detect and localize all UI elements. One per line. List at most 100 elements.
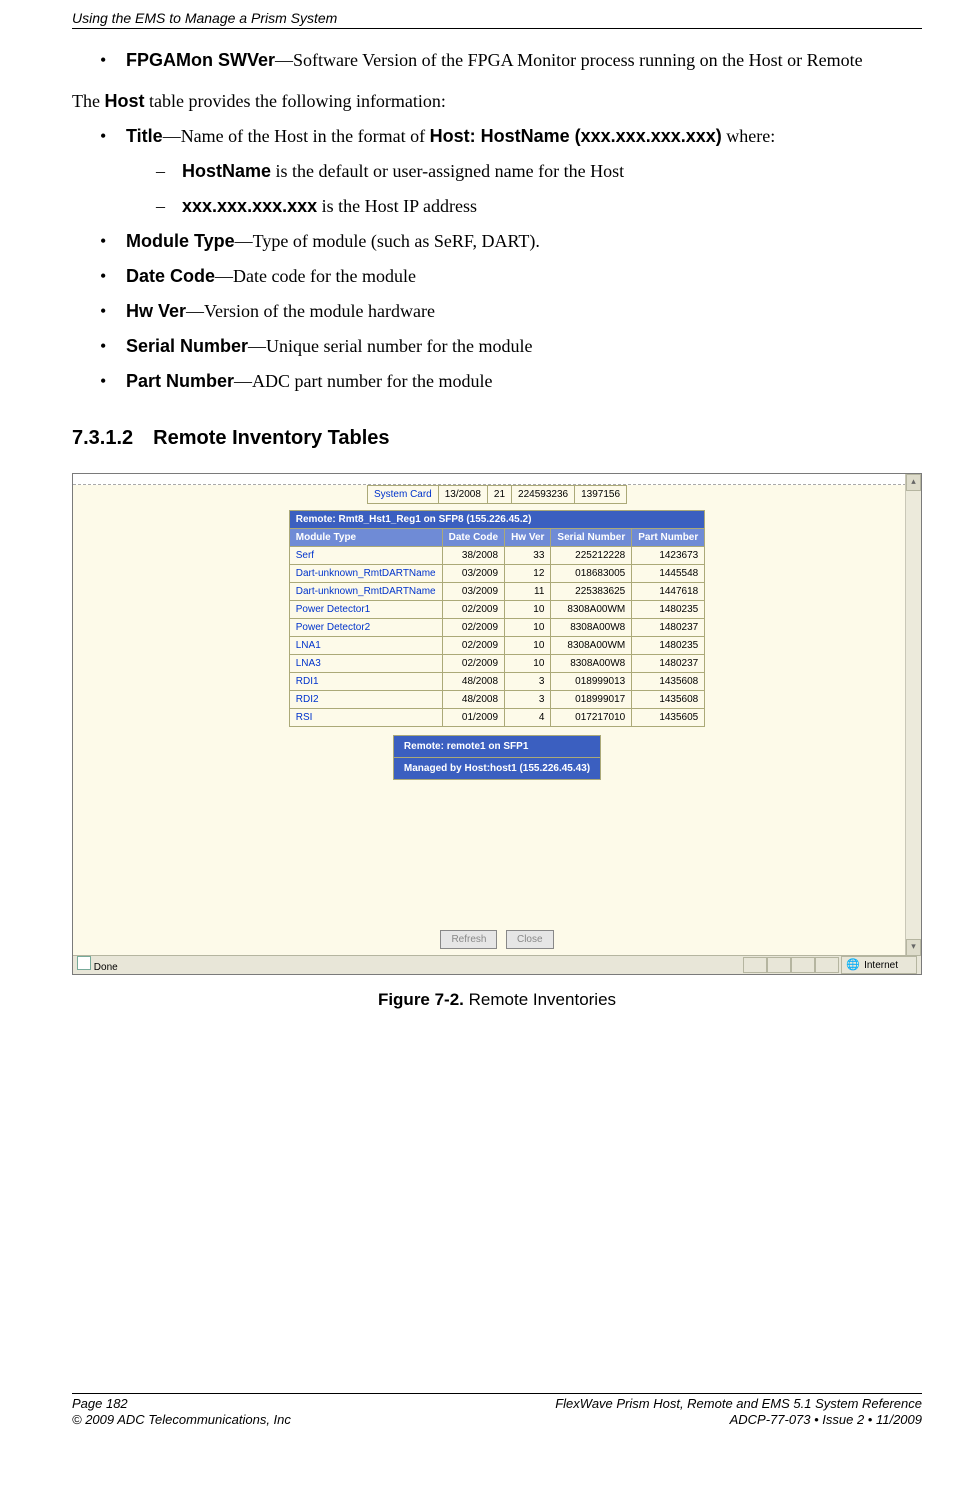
txt: —Version of the module hardware bbox=[186, 301, 435, 321]
cell[interactable]: RDI2 bbox=[289, 691, 442, 709]
scroll-down-icon[interactable]: ▾ bbox=[906, 939, 921, 956]
cell: 11 bbox=[505, 583, 551, 601]
cell[interactable]: RDI1 bbox=[289, 673, 442, 691]
cell: 018683005 bbox=[551, 565, 632, 583]
cell: 02/2009 bbox=[442, 619, 504, 637]
section-title: Remote Inventory Tables bbox=[153, 427, 389, 449]
txt: is the Host IP address bbox=[317, 196, 477, 216]
para-host-intro: The Host table provides the following in… bbox=[72, 88, 922, 115]
bullet-module-type: Module Type—Type of module (such as SeRF… bbox=[96, 228, 922, 255]
section-number: 7.3.1.2 bbox=[72, 427, 133, 449]
col-header: Module Type bbox=[289, 529, 442, 547]
col-header: Date Code bbox=[442, 529, 504, 547]
remote-inventory-table: Remote: Rmt8_Hst1_Reg1 on SFP8 (155.226.… bbox=[289, 510, 706, 727]
table-row: Dart-unknown_RmtDARTName03/2009112253836… bbox=[289, 583, 705, 601]
cell: 02/2009 bbox=[442, 655, 504, 673]
figure-title: Remote Inventories bbox=[464, 990, 616, 1009]
para-post: table provides the following information… bbox=[144, 91, 445, 111]
col-header: Hw Ver bbox=[505, 529, 551, 547]
cell: 12 bbox=[505, 565, 551, 583]
globe-icon: 🌐 bbox=[846, 957, 860, 974]
page-icon bbox=[77, 956, 91, 970]
cell[interactable]: RSI bbox=[289, 709, 442, 727]
status-done-label: Done bbox=[94, 962, 118, 973]
running-header: Using the EMS to Manage a Prism System bbox=[72, 10, 922, 29]
tail: where: bbox=[722, 126, 775, 146]
lbl: xxx.xxx.xxx.xxx bbox=[182, 196, 317, 216]
cell: 03/2009 bbox=[442, 583, 504, 601]
cell[interactable]: Serf bbox=[289, 547, 442, 565]
cell[interactable]: Power Detector1 bbox=[289, 601, 442, 619]
txt: —Unique serial number for the module bbox=[248, 336, 532, 356]
txt: is the default or user-assigned name for… bbox=[271, 161, 624, 181]
table-title: Remote: Rmt8_Hst1_Reg1 on SFP8 (155.226.… bbox=[289, 511, 705, 529]
cell[interactable]: Power Detector2 bbox=[289, 619, 442, 637]
status-cells bbox=[743, 957, 839, 973]
cell: 02/2009 bbox=[442, 601, 504, 619]
cell: 8308A00W8 bbox=[551, 619, 632, 637]
cell: 017217010 bbox=[551, 709, 632, 727]
close-button[interactable]: Close bbox=[506, 930, 554, 949]
footer-copyright: © 2009 ADC Telecommunications, Inc bbox=[72, 1412, 291, 1429]
cell: 38/2008 bbox=[442, 547, 504, 565]
cell: 10 bbox=[505, 619, 551, 637]
status-bar: Done 🌐Internet bbox=[73, 955, 921, 974]
cell[interactable]: System Card bbox=[367, 486, 438, 504]
cell[interactable]: Dart-unknown_RmtDARTName bbox=[289, 565, 442, 583]
cell: 8308A00WM bbox=[551, 637, 632, 655]
cell: 225383625 bbox=[551, 583, 632, 601]
cell: 10 bbox=[505, 637, 551, 655]
figure-caption: Figure 7-2. Remote Inventories bbox=[72, 987, 922, 1013]
cell[interactable]: LNA1 bbox=[289, 637, 442, 655]
sub-ip: xxx.xxx.xxx.xxx is the Host IP address bbox=[152, 193, 922, 220]
bullet-part: Part Number—ADC part number for the modu… bbox=[96, 368, 922, 395]
cell: 1480237 bbox=[632, 655, 705, 673]
cell: 1435608 bbox=[632, 673, 705, 691]
table-row: Power Detector202/2009108308A00W81480237 bbox=[289, 619, 705, 637]
cell: 21 bbox=[487, 486, 511, 504]
scroll-up-icon[interactable]: ▴ bbox=[906, 474, 921, 491]
lbl2: Host: HostName (xxx.xxx.xxx.xxx) bbox=[430, 126, 722, 146]
table-header-row: Module Type Date Code Hw Ver Serial Numb… bbox=[289, 529, 705, 547]
txt: —Type of module (such as SeRF, DART). bbox=[235, 231, 540, 251]
lbl: HostName bbox=[182, 161, 271, 181]
cell: 01/2009 bbox=[442, 709, 504, 727]
button-row: Refresh Close bbox=[73, 923, 921, 950]
bullet-title: Title—Name of the Host in the format of … bbox=[96, 123, 922, 220]
fragment-table: System Card 13/2008 21 224593236 1397156 bbox=[367, 485, 627, 504]
para-pre: The bbox=[72, 91, 104, 111]
col-header: Part Number bbox=[632, 529, 705, 547]
cell[interactable]: LNA3 bbox=[289, 655, 442, 673]
cell: 8308A00W8 bbox=[551, 655, 632, 673]
txt: —Date code for the module bbox=[215, 266, 416, 286]
txt: —ADC part number for the module bbox=[234, 371, 492, 391]
table-row: RDI248/200830189990171435608 bbox=[289, 691, 705, 709]
vertical-scrollbar[interactable]: ▴ ▾ bbox=[905, 474, 921, 956]
footer-doc-id: ADCP-77-073 • Issue 2 • 11/2009 bbox=[555, 1412, 922, 1429]
status-internet: 🌐Internet bbox=[841, 956, 917, 975]
bullet-date-code: Date Code—Date code for the module bbox=[96, 263, 922, 290]
footer-doc-title: FlexWave Prism Host, Remote and EMS 5.1 … bbox=[555, 1396, 922, 1413]
cell: 48/2008 bbox=[442, 673, 504, 691]
lbl: Title bbox=[126, 126, 163, 146]
bullet-hw-ver: Hw Ver—Version of the module hardware bbox=[96, 298, 922, 325]
fpga-text: —Software Version of the FPGA Monitor pr… bbox=[275, 50, 863, 70]
cell: 224593236 bbox=[512, 486, 575, 504]
lbl: Module Type bbox=[126, 231, 235, 251]
cell: 018999013 bbox=[551, 673, 632, 691]
cell: 1480237 bbox=[632, 619, 705, 637]
box-line: Managed by Host:host1 (155.226.45.43) bbox=[393, 758, 600, 780]
cell: 33 bbox=[505, 547, 551, 565]
table-row: Power Detector102/2009108308A00WM1480235 bbox=[289, 601, 705, 619]
managed-remote-box: Remote: remote1 on SFP1 Managed by Host:… bbox=[393, 735, 601, 780]
sub-hostname: HostName is the default or user-assigned… bbox=[152, 158, 922, 185]
cell: 13/2008 bbox=[438, 486, 487, 504]
table-row: RDI148/200830189990131435608 bbox=[289, 673, 705, 691]
status-done: Done bbox=[77, 956, 118, 975]
lbl: Serial Number bbox=[126, 336, 248, 356]
cell[interactable]: Dart-unknown_RmtDARTName bbox=[289, 583, 442, 601]
cell: 02/2009 bbox=[442, 637, 504, 655]
cell: 225212228 bbox=[551, 547, 632, 565]
refresh-button[interactable]: Refresh bbox=[440, 930, 497, 949]
para-bold: Host bbox=[104, 91, 144, 111]
